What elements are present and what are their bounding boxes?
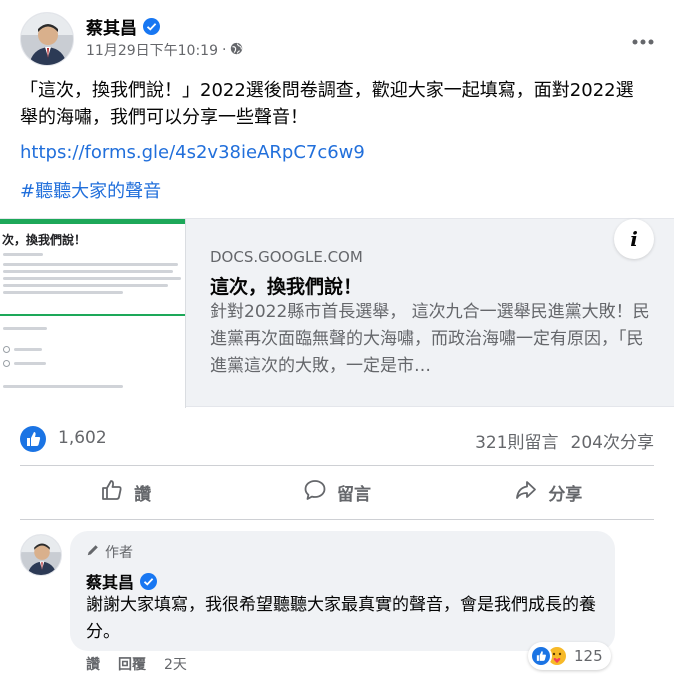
more-horizontal-icon[interactable] [632, 26, 654, 51]
thumb-line [3, 385, 123, 388]
comment-actions: 讚 回覆 2天 [86, 654, 187, 674]
globe-icon [230, 42, 243, 59]
comment-author-name[interactable]: 蔡其昌 [86, 569, 134, 593]
verified-badge-icon [143, 18, 160, 35]
radio-option-icon [3, 360, 10, 367]
post-actions: 讚 留言 分享 [20, 468, 654, 516]
info-icon[interactable]: i [614, 219, 654, 259]
share-count[interactable]: 204次分享 [571, 433, 654, 453]
link-description: 針對2022縣市首長選舉， 這次九合一選舉民進黨大敗！民進黨再次面臨無聲的大海嘯… [210, 302, 650, 376]
post-author-name[interactable]: 蔡其昌 [86, 14, 137, 39]
post-link[interactable]: https://forms.gle/4s2v38ieARpC7c6w9 [20, 142, 365, 163]
engagement-stats: 1,602 321則留言 204次分享 [20, 424, 654, 453]
like-button-label: 讚 [134, 484, 152, 505]
thumbs-up-icon [100, 478, 124, 507]
share-button-label: 分享 [548, 484, 583, 505]
post-meta: 11月29日下午10:19 · [86, 40, 243, 60]
author-badge-label: 作者 [105, 545, 133, 561]
author-avatar[interactable] [20, 12, 74, 66]
form-header-bar [0, 219, 185, 224]
comment-count[interactable]: 321則留言 [475, 433, 558, 453]
post-header: 蔡其昌 11月29日下午10:19 · [20, 12, 660, 66]
thumb-line [3, 327, 47, 330]
comment-author[interactable]: 蔡其昌 [86, 569, 158, 593]
thumb-line [3, 284, 168, 287]
reaction-count: 125 [574, 647, 603, 665]
thumb-line [3, 253, 43, 256]
thumb-line [14, 348, 42, 351]
comment-bubble: 作者 蔡其昌 謝謝大家填寫，我很希望聽聽大家最真實的聲音，會是我們成長的養分。 [70, 531, 615, 651]
stats-right: 321則留言 204次分享 [463, 428, 654, 453]
thumb-line [3, 277, 181, 280]
link-thumbnail[interactable]: 次，換我們說！ [0, 219, 186, 408]
link-domain: DOCS.GOOGLE.COM [210, 248, 363, 266]
comment-author-avatar[interactable] [20, 534, 62, 576]
radio-option-icon [3, 346, 10, 353]
comment-age[interactable]: 2天 [164, 654, 187, 674]
link-title[interactable]: 這次，換我們說！ [210, 272, 362, 299]
thumb-line [3, 291, 123, 294]
like-button[interactable]: 讚 [20, 468, 231, 516]
comment-text: 謝謝大家填寫，我很希望聽聽大家最真實的聲音，會是我們成長的養分。 [86, 595, 596, 642]
post-timestamp[interactable]: 11月29日下午10:19 [86, 40, 218, 60]
thumb-line [3, 270, 173, 273]
divider [20, 465, 654, 466]
pen-icon [86, 543, 100, 561]
comment-like-button[interactable]: 讚 [86, 654, 100, 674]
share-button[interactable]: 分享 [443, 468, 654, 516]
post-text: 「這次，換我們說！」2022選後問卷調查，歡迎大家一起填寫，面對2022選舉的海… [20, 80, 634, 128]
comment-button[interactable]: 留言 [231, 468, 442, 516]
like-reaction-icon [530, 645, 552, 667]
like-count[interactable]: 1,602 [58, 428, 107, 448]
author-badge: 作者 [86, 542, 133, 562]
comment-reactions[interactable]: 125 [528, 642, 611, 670]
thumb-line [3, 263, 178, 266]
link-preview-card[interactable]: 次，換我們說！ DOCS.GOOGLE.COM 這次，換我們說！ 針對2022縣… [0, 218, 674, 408]
post-hashtag[interactable]: #聽聽大家的聲音 [20, 177, 161, 203]
like-reaction-icon[interactable] [20, 426, 46, 452]
comment-button-label: 留言 [336, 484, 371, 505]
comment-reply-button[interactable]: 回覆 [118, 654, 146, 674]
share-arrow-icon [514, 478, 538, 507]
thumbnail-title: 次，換我們說！ [2, 233, 87, 247]
verified-badge-icon [140, 572, 158, 590]
meta-separator: · [221, 42, 227, 58]
form-divider [0, 314, 185, 316]
post-author[interactable]: 蔡其昌 [86, 14, 160, 39]
divider [20, 519, 654, 520]
comment-bubble-icon [303, 478, 327, 507]
thumb-line [14, 362, 46, 365]
